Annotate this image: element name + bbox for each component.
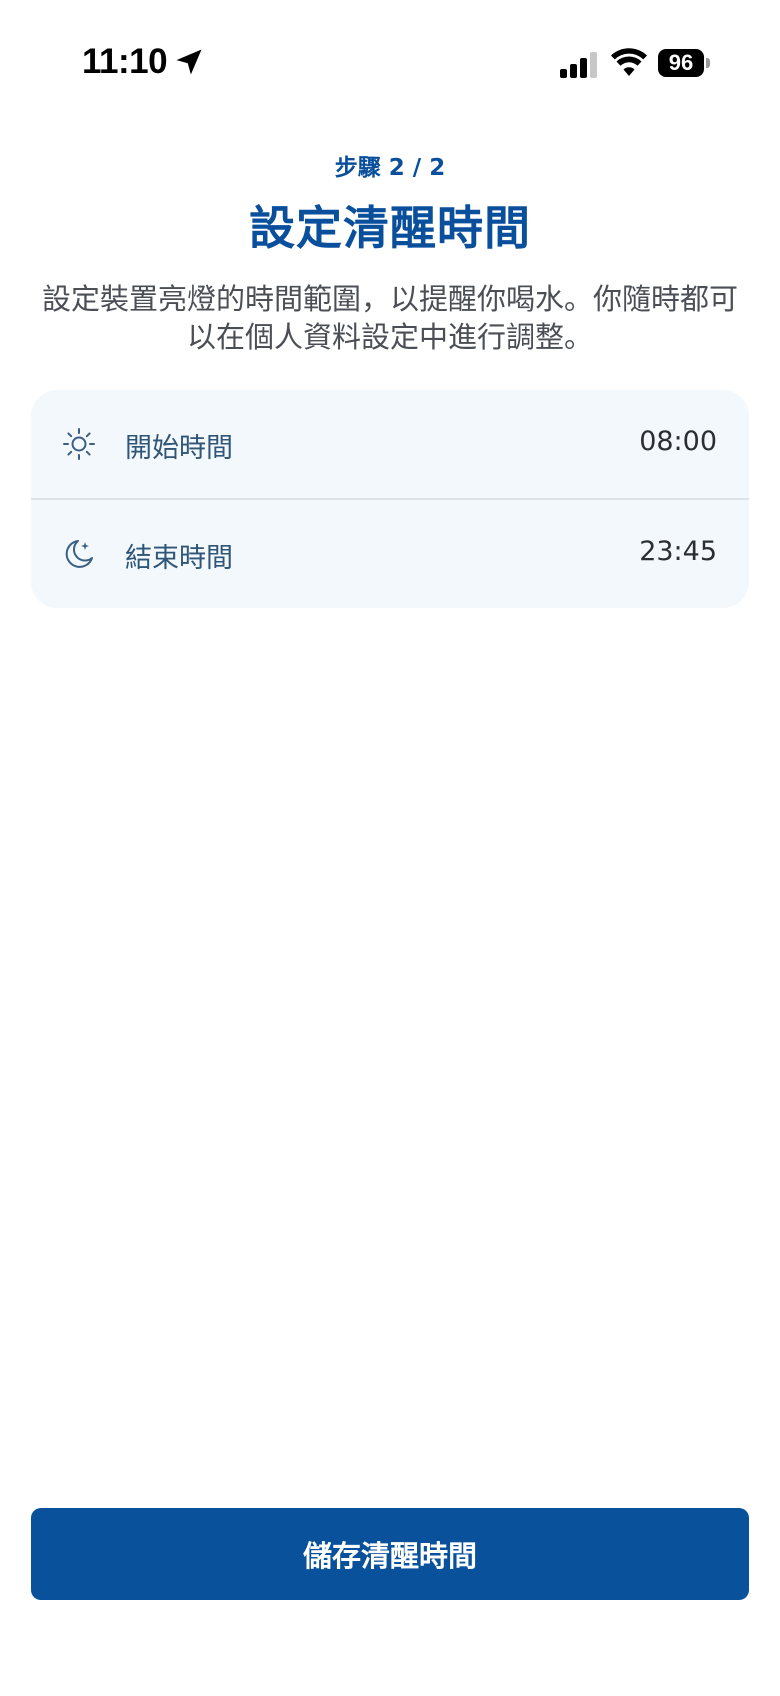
wifi-icon bbox=[611, 48, 647, 76]
moon-icon bbox=[65, 540, 93, 568]
start-time-label: 開始時間 bbox=[125, 433, 233, 464]
end-time-row[interactable]: 結束時間 23:45 bbox=[31, 500, 749, 608]
page-description: 設定裝置亮燈的時間範圍，以提醒你喝水。你隨時都可以在個人資料設定中進行調整。 bbox=[41, 282, 738, 354]
save-awake-time-button[interactable]: 儲存清醒時間 bbox=[31, 1508, 749, 1600]
location-arrow-icon bbox=[176, 49, 202, 75]
status-time: 11:10 bbox=[82, 42, 168, 81]
schedule-card: 開始時間 08:00 結束時間 23:45 bbox=[31, 390, 749, 608]
battery-icon: 96 bbox=[658, 49, 710, 77]
sun-icon bbox=[63, 428, 95, 460]
end-time-label: 結束時間 bbox=[125, 543, 233, 574]
status-bar: 11:10 96 bbox=[0, 0, 780, 120]
signal-bars-icon bbox=[560, 52, 597, 78]
start-time-value[interactable]: 08:00 bbox=[639, 426, 717, 457]
end-time-value[interactable]: 23:45 bbox=[639, 536, 717, 567]
battery-level: 96 bbox=[658, 49, 704, 77]
step-indicator: 步驟 2 / 2 bbox=[334, 155, 446, 181]
start-time-row[interactable]: 開始時間 08:00 bbox=[31, 390, 749, 498]
page-title: 設定清醒時間 bbox=[249, 201, 531, 255]
battery-tip bbox=[706, 58, 710, 68]
